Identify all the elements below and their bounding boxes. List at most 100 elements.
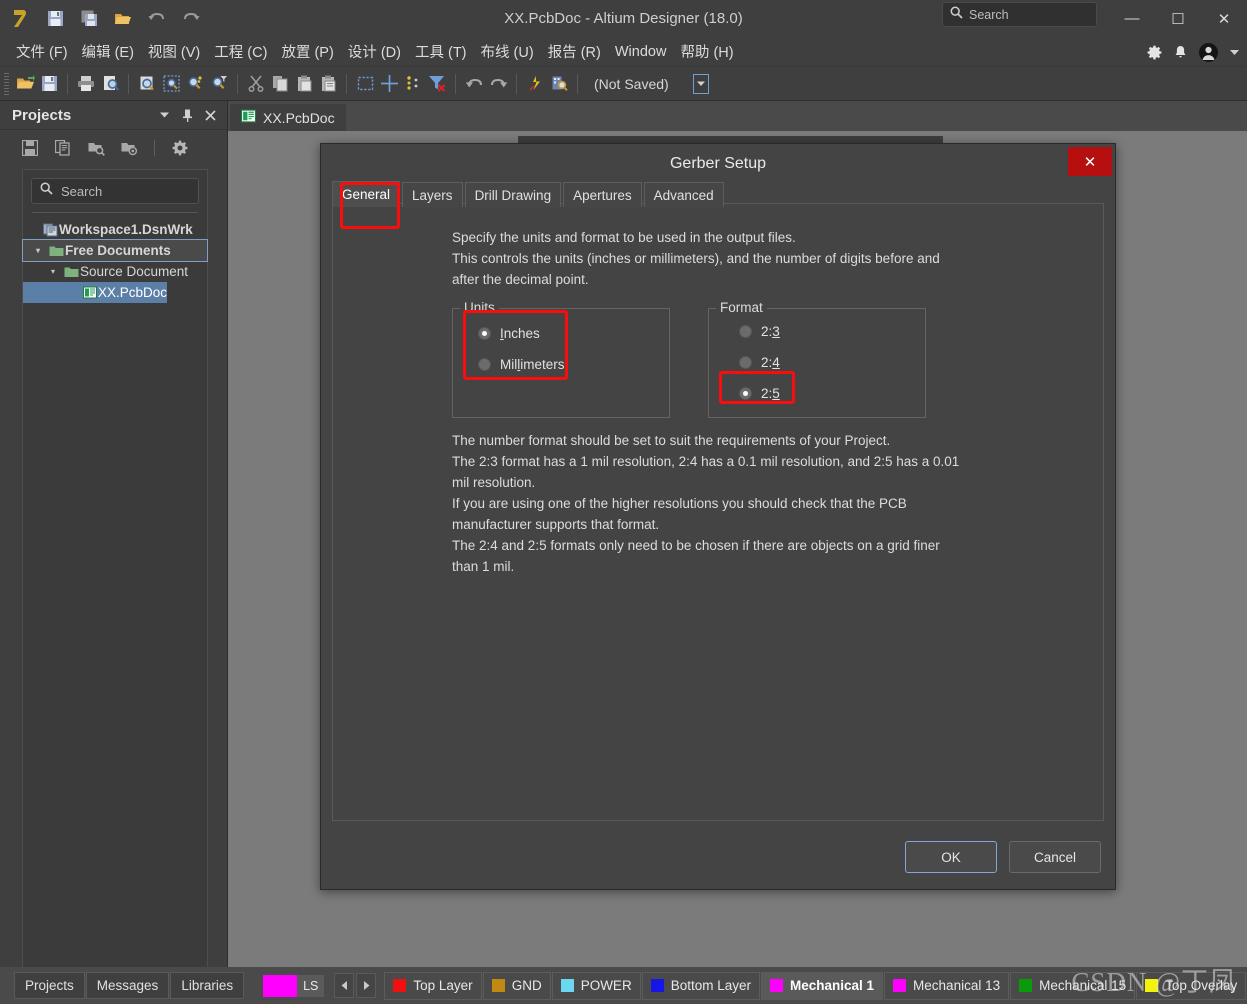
open-project-icon[interactable]: [86, 138, 106, 158]
zoom-filter-icon[interactable]: [207, 71, 231, 97]
menu-window[interactable]: Window: [608, 41, 674, 63]
close-button[interactable]: ✕: [1201, 0, 1247, 37]
menu-help[interactable]: 帮助 (H): [673, 38, 740, 65]
copy-icon[interactable]: [268, 71, 292, 97]
radio-2-5[interactable]: 2:5: [739, 386, 780, 401]
search-input[interactable]: [969, 7, 1089, 22]
save-icon[interactable]: [40, 5, 70, 33]
layer-tab-mechanical-15[interactable]: Mechanical 15: [1010, 971, 1136, 1000]
active-layer-color-chip[interactable]: [263, 974, 298, 997]
status-tab-messages[interactable]: Messages: [85, 972, 170, 999]
chevron-down-icon[interactable]: [155, 106, 173, 124]
cut-icon[interactable]: [244, 71, 268, 97]
tree-item-workspace[interactable]: Workspace1.DsnWrk: [23, 219, 207, 240]
radio-inches[interactable]: Inches: [478, 326, 540, 341]
menu-edit[interactable]: 编辑 (E): [75, 38, 141, 65]
gear-icon[interactable]: [1147, 45, 1162, 60]
status-tab-projects[interactable]: Projects: [14, 972, 85, 999]
menu-view[interactable]: 视图 (V): [141, 38, 207, 65]
global-search-box[interactable]: [942, 2, 1097, 27]
project-search-input[interactable]: [61, 183, 186, 199]
tab-general[interactable]: General: [332, 181, 401, 207]
radio-2-3-indicator[interactable]: [739, 325, 752, 338]
paste-icon[interactable]: [292, 71, 316, 97]
layer-tab-bottom-layer[interactable]: Bottom Layer: [641, 971, 760, 1000]
menu-file[interactable]: 文件 (F): [9, 38, 75, 65]
highlight-icon[interactable]: [523, 71, 547, 97]
zoom-area-icon[interactable]: [159, 71, 183, 97]
save-all-icon[interactable]: [74, 5, 104, 33]
radio-millimeters-indicator[interactable]: [478, 358, 491, 371]
tree-item-source-document[interactable]: ▾ Source Document: [23, 261, 207, 282]
radio-2-5-indicator[interactable]: [739, 387, 752, 400]
radio-inches-indicator[interactable]: [478, 327, 491, 340]
layer-tab-mechanical-1[interactable]: Mechanical 1: [761, 971, 884, 1000]
zoom-document-icon[interactable]: [135, 71, 159, 97]
select-area-icon[interactable]: [353, 71, 377, 97]
document-tab-xx-pcbdoc[interactable]: XX.PcbDoc: [230, 104, 346, 131]
crosshair-icon[interactable]: [377, 71, 401, 97]
menu-reports[interactable]: 报告 (R): [541, 38, 608, 65]
status-tab-libraries[interactable]: Libraries: [170, 972, 245, 999]
gear-icon[interactable]: [170, 138, 190, 158]
radio-2-4[interactable]: 2:4: [739, 355, 780, 370]
maximize-button[interactable]: ☐: [1155, 0, 1201, 37]
layer-tab-top-layer[interactable]: Top Layer: [384, 971, 482, 1000]
compile-icon[interactable]: [53, 138, 73, 158]
undo-icon[interactable]: [462, 71, 486, 97]
tab-drill-drawing[interactable]: Drill Drawing: [464, 182, 562, 207]
tree-expander[interactable]: ▾: [36, 246, 47, 255]
print-preview-icon[interactable]: [98, 71, 122, 97]
bell-icon[interactable]: [1174, 45, 1187, 60]
toolbar-grip[interactable]: [4, 72, 9, 95]
undo-icon[interactable]: [142, 5, 172, 33]
minimize-button[interactable]: —: [1109, 0, 1155, 37]
format-group-label: Format: [716, 300, 767, 315]
move-icon[interactable]: [401, 71, 425, 97]
menu-tools[interactable]: 工具 (T): [408, 38, 474, 65]
intro-line-1: Specify the units and format to be used …: [452, 230, 796, 245]
save-project-icon[interactable]: [20, 138, 40, 158]
tree-item-free-documents[interactable]: ▾ Free Documents: [22, 239, 208, 262]
open-folder-icon[interactable]: [108, 5, 138, 33]
layer-tab-top-overlay[interactable]: Top Overlay: [1136, 971, 1247, 1000]
chevron-left-icon[interactable]: [334, 973, 355, 998]
open-document-icon[interactable]: [13, 71, 37, 97]
print-icon[interactable]: [74, 71, 98, 97]
browse-component-icon[interactable]: [547, 71, 571, 97]
menu-route[interactable]: 布线 (U): [474, 38, 541, 65]
user-avatar-icon[interactable]: [1199, 42, 1218, 62]
zoom-selected-icon[interactable]: [183, 71, 207, 97]
menu-bar: 文件 (F) 编辑 (E) 视图 (V) 工程 (C) 放置 (P) 设计 (D…: [0, 37, 1247, 67]
layer-tab-mechanical-13[interactable]: Mechanical 13: [884, 971, 1010, 1000]
pin-icon[interactable]: [178, 106, 196, 124]
redo-icon[interactable]: [176, 5, 206, 33]
tree-item-xx-pcbdoc[interactable]: XX.PcbDoc: [23, 282, 167, 303]
project-search-box[interactable]: [31, 178, 199, 204]
layer-tab-gnd[interactable]: GND: [482, 971, 551, 1000]
cancel-button[interactable]: Cancel: [1009, 841, 1101, 873]
tab-apertures[interactable]: Apertures: [563, 182, 642, 207]
radio-millimeters[interactable]: Millimeters: [478, 357, 565, 372]
tab-layers[interactable]: Layers: [402, 182, 463, 207]
clear-filter-icon[interactable]: [425, 71, 449, 97]
toolbar-overflow-dropdown[interactable]: [692, 73, 709, 94]
save-document-icon[interactable]: [37, 71, 61, 97]
chevron-down-icon[interactable]: [1230, 49, 1239, 56]
tree-expander[interactable]: ▾: [51, 267, 62, 276]
chevron-right-icon[interactable]: [356, 973, 377, 998]
layer-sets-button[interactable]: LS: [297, 974, 325, 997]
menu-place[interactable]: 放置 (P): [274, 38, 340, 65]
tab-advanced[interactable]: Advanced: [643, 182, 724, 207]
close-icon[interactable]: [201, 106, 219, 124]
dialog-close-button[interactable]: ✕: [1068, 147, 1112, 176]
radio-2-4-indicator[interactable]: [739, 356, 752, 369]
radio-2-3[interactable]: 2:3: [739, 324, 780, 339]
menu-design[interactable]: 设计 (D): [341, 38, 408, 65]
paste-special-icon[interactable]: [316, 71, 340, 97]
ok-button[interactable]: OK: [905, 841, 997, 873]
project-options-icon[interactable]: [119, 138, 139, 158]
menu-project[interactable]: 工程 (C): [207, 38, 274, 65]
layer-tab-power[interactable]: POWER: [551, 971, 641, 1000]
redo-icon[interactable]: [486, 71, 510, 97]
